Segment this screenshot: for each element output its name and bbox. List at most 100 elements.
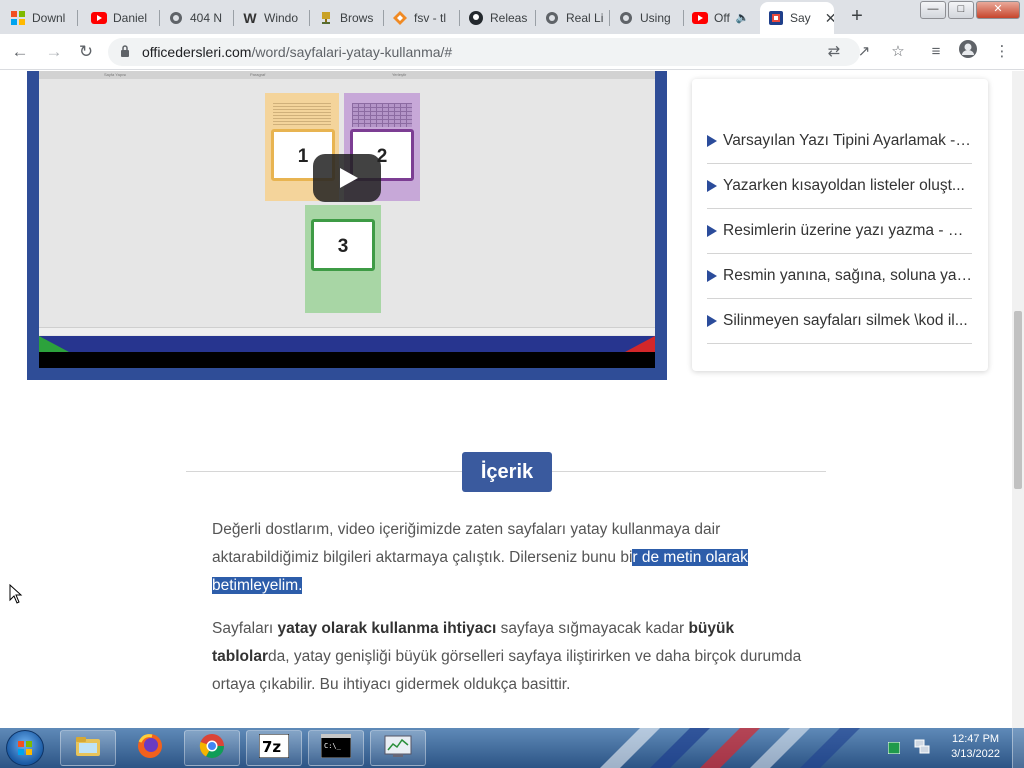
triangle-bullet-icon (707, 225, 717, 237)
word-status-bar (39, 327, 655, 335)
tab-label: Brows (340, 10, 374, 25)
tab-active-sayfalari[interactable]: Say ✕ (760, 2, 834, 34)
triangle-bullet-icon (707, 180, 717, 192)
address-bar[interactable]: officedersleri.com/word/sayfalari-yatay-… (108, 38, 860, 66)
paragraph-text: Sayfaları (212, 620, 278, 637)
monitor-graph-icon (383, 734, 413, 763)
related-post-title[interactable]: Resimlerin üzerine yazı yazma - M... (723, 222, 972, 240)
w-logo-icon: W (243, 9, 257, 26)
tab-close-icon[interactable]: ✕ (825, 10, 834, 27)
tab-windows[interactable]: W Windo (234, 4, 310, 31)
speaker-icon[interactable]: 🔈 (736, 11, 750, 24)
tab-label: Off (714, 10, 730, 25)
taskbar-command-prompt[interactable]: C:\_ (308, 730, 364, 766)
profile-avatar-icon[interactable] (956, 40, 980, 64)
show-desktop-button[interactable] (1012, 728, 1024, 768)
share-icon[interactable]: ↗ (852, 40, 876, 64)
tab-using[interactable]: Using (610, 4, 684, 31)
taskbar-chrome[interactable] (184, 730, 240, 766)
minimize-button[interactable]: — (920, 1, 946, 19)
youtube-icon (91, 10, 107, 26)
youtube-icon (692, 10, 708, 26)
ribbon-label: Paragraf (250, 72, 266, 77)
tab-label: Downl (32, 10, 66, 25)
forward-button[interactable]: → (42, 40, 66, 64)
related-post-link[interactable]: Silinmeyen sayfaları silmek \kod il... (707, 299, 972, 344)
mouse-cursor-icon (9, 583, 23, 609)
related-post-title[interactable]: Resmin yanına, sağına, soluna yaz... (723, 267, 972, 285)
close-window-button[interactable]: ✕ (976, 1, 1020, 19)
related-post-title[interactable]: Silinmeyen sayfaları silmek \kod il... (723, 312, 968, 330)
related-posts-list: Varsayılan Yazı Tipini Ayarlamak - ... Y… (707, 119, 972, 344)
tab-strip: Downl Daniel 404 N W Windo Brows fsv - t… (0, 0, 1024, 34)
tab-real-life[interactable]: Real Li (536, 4, 610, 31)
ribbon-label: Yerleştir (392, 72, 407, 77)
video-player[interactable]: Sayfa Yapısı Paragraf Yerleştir 1 2 3 (39, 71, 655, 368)
taskbar-7zip[interactable]: 7z (246, 730, 302, 766)
globe-icon (618, 10, 634, 26)
taskbar-task-manager[interactable] (370, 730, 426, 766)
window-controls: — □ ✕ (920, 1, 1020, 19)
taskbar-explorer[interactable] (60, 730, 116, 766)
article-paragraph: Değerli dostlarım, video içeriğimizde za… (212, 516, 812, 600)
page-number-label: 3 (311, 219, 375, 271)
tab-label: 404 N (190, 10, 223, 25)
related-post-link[interactable]: Yazarken kısayoldan listeler oluşt... (707, 164, 972, 209)
diamond-icon (392, 10, 408, 26)
related-post-title[interactable]: Varsayılan Yazı Tipini Ayarlamak - ... (723, 132, 972, 150)
page-viewport: Sayfa Yapısı Paragraf Yerleştir 1 2 3 Va… (0, 71, 1024, 728)
tab-label: Real Li (566, 10, 604, 25)
tab-daniel[interactable]: Daniel (83, 4, 160, 31)
clock-time: 12:47 PM (951, 733, 1000, 745)
tab-fsv[interactable]: fsv - tl (384, 4, 460, 31)
tab-label: Windo (264, 10, 299, 25)
page-scrollbar[interactable] (1012, 71, 1024, 728)
tab-office-video[interactable]: Off 🔈 (684, 4, 760, 31)
globe-icon (544, 10, 560, 26)
browser-toolbar: ← → ↻ officedersleri.com/word/sayfalari-… (0, 34, 1024, 70)
start-button[interactable] (6, 730, 44, 766)
banner-corner-decoration (625, 336, 655, 352)
tab-label: Daniel (113, 10, 148, 25)
tab-browser[interactable]: Brows (310, 4, 384, 31)
svg-text:C:\_: C:\_ (324, 742, 342, 750)
menu-kebab-icon[interactable]: ⋮ (990, 40, 1014, 64)
taskbar-clock[interactable]: 12:47 PM 3/13/2022 (951, 732, 1000, 762)
triangle-bullet-icon (707, 270, 717, 282)
related-post-title[interactable]: Yazarken kısayoldan listeler oluşt... (723, 177, 965, 195)
reading-list-icon[interactable]: ≡ (924, 40, 948, 64)
article-paragraph: Sayfaları yatay olarak kullanma ihtiyacı… (212, 615, 812, 699)
toc-toggle-button[interactable]: İçerik (462, 452, 552, 492)
url-domain: officedersleri.com (142, 44, 252, 60)
back-button[interactable]: ← (8, 40, 32, 64)
word-ribbon-strip: Sayfa Yapısı Paragraf Yerleştir (39, 71, 655, 79)
tab-404[interactable]: 404 N (160, 4, 234, 31)
trophy-icon (318, 10, 334, 26)
page-thumbnail-3: 3 (305, 205, 381, 313)
terminal-icon: C:\_ (320, 733, 352, 763)
reload-button[interactable]: ↻ (74, 40, 98, 64)
translate-icon[interactable]: ⇄ (822, 40, 846, 64)
tab-releases[interactable]: Releas (460, 4, 536, 31)
microsoft-logo-icon (10, 10, 26, 26)
new-tab-button[interactable]: + (846, 5, 868, 27)
svg-text:7z: 7z (262, 738, 281, 756)
scrollbar-thumb[interactable] (1014, 311, 1022, 489)
taskbar-firefox[interactable] (122, 730, 178, 766)
play-button-icon[interactable] (313, 154, 381, 202)
clock-date: 3/13/2022 (951, 748, 1000, 760)
related-post-link[interactable]: Varsayılan Yazı Tipini Ayarlamak - ... (707, 119, 972, 164)
video-embed[interactable]: Sayfa Yapısı Paragraf Yerleştir 1 2 3 (27, 71, 667, 380)
lock-icon[interactable] (120, 44, 130, 63)
related-post-link[interactable]: Resmin yanına, sağına, soluna yaz... (707, 254, 972, 299)
tab-download[interactable]: Downl (2, 4, 78, 31)
network-icon[interactable] (914, 739, 930, 760)
tab-label: fsv - tl (414, 10, 446, 25)
related-post-link[interactable]: Resimlerin üzerine yazı yazma - M... (707, 209, 972, 254)
tab-label: Releas (490, 10, 528, 25)
triangle-bullet-icon (707, 135, 717, 147)
maximize-button[interactable]: □ (948, 1, 974, 19)
url-path: /word/sayfalari-yatay-kullanma/# (251, 44, 453, 60)
bookmark-star-icon[interactable]: ☆ (886, 40, 910, 64)
tray-app-icon[interactable] (887, 741, 901, 759)
